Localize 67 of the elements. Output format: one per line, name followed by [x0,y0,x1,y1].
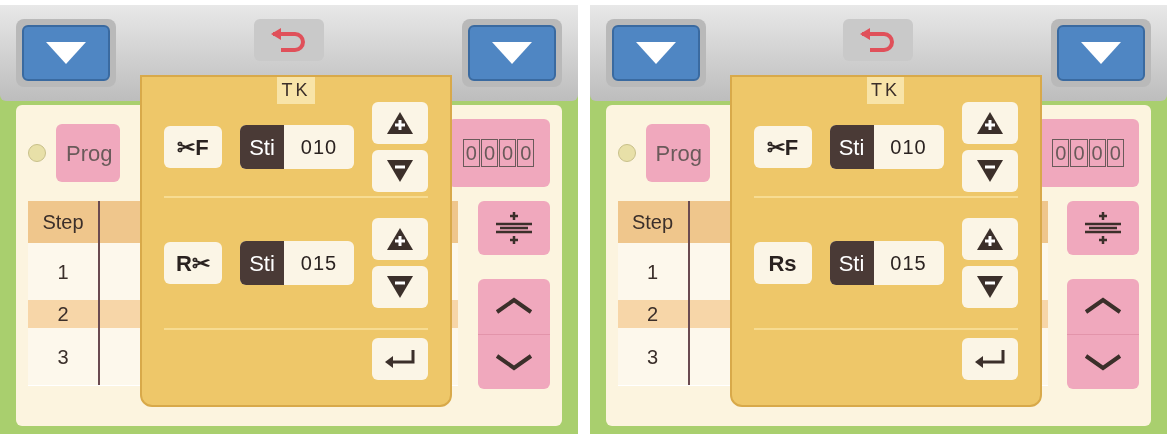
dropdown-button[interactable] [1051,19,1151,87]
plus-triangle-icon [975,111,1004,135]
spacing-icon [1083,210,1123,246]
decrease-button[interactable] [372,266,428,308]
counter-digit: 0 [1052,139,1070,167]
step-cell: 3 [28,328,100,385]
enter-icon [383,348,417,370]
return-button[interactable] [843,19,914,61]
indicator-light [28,144,46,162]
value-field[interactable]: Sti 015 [829,241,944,285]
counter-digit: 0 [480,139,498,167]
value-field[interactable]: Sti 015 [240,241,354,285]
counter-digit: 0 [1106,139,1124,167]
stitch-value: 015 [889,251,928,276]
spacing-button[interactable] [1067,201,1139,255]
dropdown-button[interactable] [16,19,116,87]
increase-button[interactable] [961,102,1018,144]
counter-digit: 0 [517,139,535,167]
spacing-button[interactable] [477,201,550,255]
down-triangle-icon [44,40,88,66]
chevron-up-icon [493,297,534,316]
stitch-value: 015 [299,251,339,276]
counter-digit: 0 [499,139,517,167]
down-triangle-icon [633,40,678,66]
down-triangle-icon [489,40,534,66]
dialog-title: TK [277,77,315,104]
minus-triangle-icon [386,159,414,183]
plus-triangle-icon [386,111,414,135]
enter-button[interactable] [372,338,428,380]
minus-triangle-icon [975,159,1004,183]
counter-digit: 0 [462,139,480,167]
unit-label: Sti [240,241,284,285]
unit-label: Sti [829,241,874,285]
value-field[interactable]: Sti 010 [829,125,944,169]
dropdown-button[interactable] [605,19,706,87]
increase-button[interactable] [372,102,428,144]
mode-label: R✂ [164,242,222,284]
dialog-title: TK [867,77,904,104]
plus-triangle-icon [975,227,1004,251]
down-triangle-icon [1079,40,1123,66]
minus-triangle-icon [975,275,1004,299]
chevron-down-icon [1083,352,1123,371]
mode-label: ✂F [164,126,222,168]
mode-label: ✂F [753,126,812,168]
decrease-button[interactable] [961,150,1018,192]
unit-label: Sti [240,125,284,169]
plus-triangle-icon [386,227,414,251]
indicator-light [617,144,636,162]
chevron-down-icon [493,352,534,371]
chevron-up-icon [1083,297,1123,316]
dropdown-button[interactable] [461,19,562,87]
stitch-value: 010 [299,135,339,160]
increase-button[interactable] [372,218,428,260]
decrease-button[interactable] [372,150,428,192]
stitch-value: 010 [889,135,928,160]
step-cell: 3 [617,328,690,385]
counter-digit: 0 [1088,139,1106,167]
counter-digit: 0 [1070,139,1088,167]
unit-label: Sti [829,125,874,169]
increase-button[interactable] [961,218,1018,260]
value-field[interactable]: Sti 010 [240,125,354,169]
enter-button[interactable] [961,338,1018,380]
mode-label: Rs [753,242,812,284]
return-button[interactable] [253,19,324,61]
decrease-button[interactable] [961,266,1018,308]
spacing-icon [493,210,534,246]
minus-triangle-icon [386,275,414,299]
